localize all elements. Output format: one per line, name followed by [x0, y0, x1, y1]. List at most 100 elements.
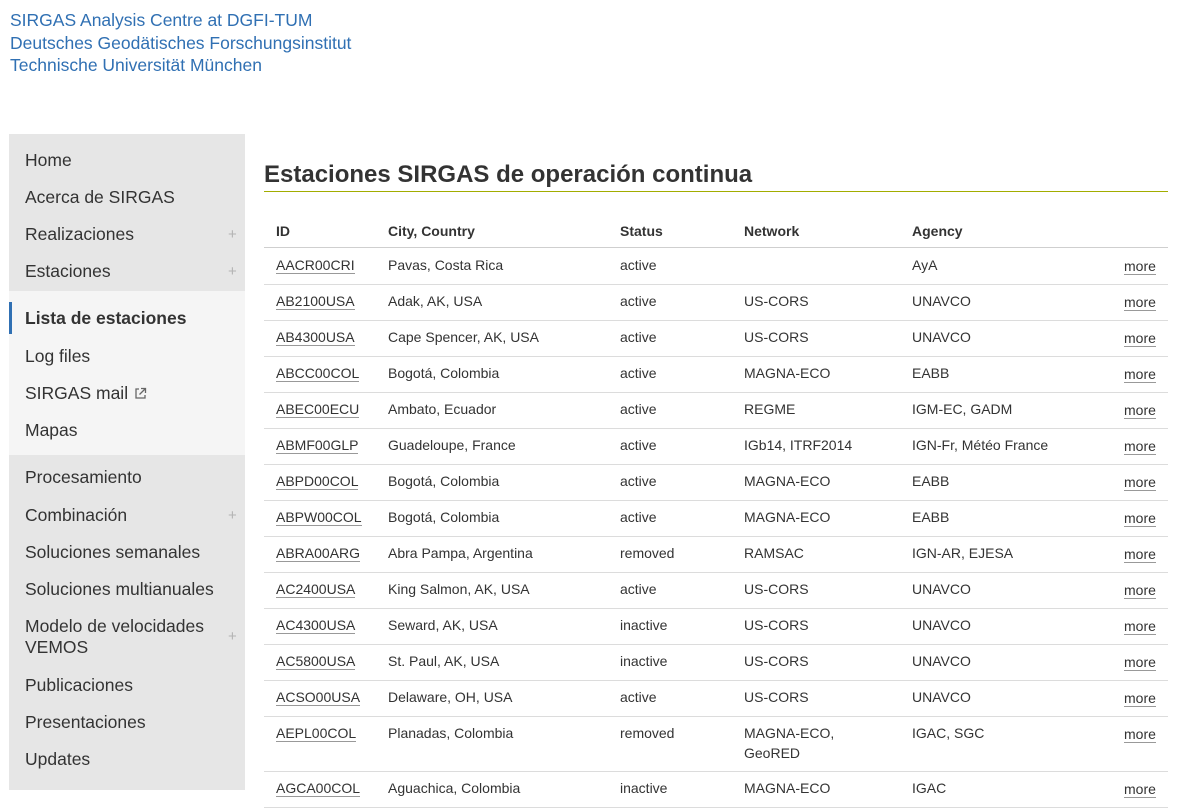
sidebar-item-home[interactable]: Home	[9, 150, 245, 174]
cell-city: Pavas, Costa Rica	[388, 255, 503, 275]
cell-text: MAGNA-ECO	[744, 780, 831, 796]
external-link-icon	[134, 384, 147, 405]
station-id-link[interactable]: AGCA00COL	[276, 780, 361, 797]
sidebar-item-mapas[interactable]: Mapas	[9, 420, 245, 444]
expand-plus-icon[interactable]: +	[228, 224, 237, 245]
expand-plus-icon[interactable]: +	[228, 261, 237, 282]
cell-id: AC5800USA	[276, 651, 356, 671]
cell-city: Bogotá, Colombia	[388, 471, 499, 491]
cell-status: active	[620, 507, 657, 527]
cell-text: EABB	[912, 509, 950, 525]
station-id-link[interactable]: ABCC00COL	[276, 365, 360, 382]
header-line-3[interactable]: Technische Universität München	[10, 54, 351, 77]
more-link[interactable]: more	[1124, 330, 1156, 347]
station-id-link[interactable]: AEPL00COL	[276, 725, 357, 742]
sidebar-item-publicaciones[interactable]: Publicaciones	[9, 675, 245, 699]
cell-more: more	[1124, 544, 1156, 564]
cell-id: AB4300USA	[276, 327, 355, 347]
cell-text: IGAC, SGC	[912, 725, 985, 741]
station-id-link[interactable]: AC4300USA	[276, 617, 356, 634]
sidebar-item-soluciones-semanales[interactable]: Soluciones semanales	[9, 542, 245, 566]
sidebar-item-estaciones[interactable]: Estaciones +	[9, 261, 245, 285]
more-link[interactable]: more	[1124, 438, 1156, 455]
cell-text: inactive	[620, 653, 668, 669]
more-link[interactable]: more	[1124, 546, 1156, 563]
sidebar-item-combinaci-n[interactable]: Combinación +	[9, 505, 245, 529]
station-id-link[interactable]: ABEC00ECU	[276, 401, 360, 418]
sidebar-item-presentaciones[interactable]: Presentaciones	[9, 712, 245, 736]
cell-id: ACSO00USA	[276, 687, 361, 707]
cell-status: removed	[620, 723, 674, 743]
sidebar-item-label: Acerca de SIRGAS	[25, 187, 175, 207]
sidebar-item-label: Estaciones	[25, 261, 111, 281]
more-link[interactable]: more	[1124, 366, 1156, 383]
sidebar-item-procesamiento[interactable]: Procesamiento	[9, 467, 245, 491]
cell-text: Abra Pampa, Argentina	[388, 545, 533, 561]
sidebar-item-updates[interactable]: Updates	[9, 749, 245, 773]
header-line-1[interactable]: SIRGAS Analysis Centre at DGFI-TUM	[10, 9, 351, 32]
more-link[interactable]: more	[1124, 402, 1156, 419]
cell-network: MAGNA-ECO	[744, 507, 830, 527]
cell-text: active	[620, 329, 657, 345]
cell-text: MAGNA-ECO	[744, 509, 831, 525]
more-link[interactable]: more	[1124, 582, 1156, 599]
cell-agency: IGM-EC, GADM	[912, 399, 1012, 419]
cell-more: more	[1124, 328, 1156, 348]
cell-text-line2: GeoRED	[744, 745, 801, 761]
cell-text: removed	[620, 725, 675, 741]
cell-text: St. Paul, AK, USA	[388, 653, 500, 669]
more-link[interactable]: more	[1124, 690, 1156, 707]
header-line-2[interactable]: Deutsches Geodätisches Forschungsinstitu…	[10, 32, 351, 55]
cell-text: REGME	[744, 401, 796, 417]
cell-network: RAMSAC	[744, 543, 804, 563]
cell-text: MAGNA-ECO	[744, 473, 831, 489]
sidebar-item-label: Presentaciones	[25, 712, 146, 732]
station-id-link[interactable]: ABPW00COL	[276, 509, 362, 526]
cell-text: Pavas, Costa Rica	[388, 257, 504, 273]
cell-text: Seward, AK, USA	[388, 617, 498, 633]
expand-plus-icon[interactable]: +	[228, 626, 237, 647]
cell-text: AyA	[912, 257, 938, 273]
cell-city: Abra Pampa, Argentina	[388, 543, 533, 563]
table-row: AB4300USA Cape Spencer, AK, USA active US-C…	[264, 320, 1168, 356]
station-id-link[interactable]: AACR00CRI	[276, 257, 355, 274]
cell-network: US-CORS	[744, 291, 809, 311]
table-row: ABMF00GLP Guadeloupe, France active IGb14, …	[264, 428, 1168, 464]
sidebar-item-realizaciones[interactable]: Realizaciones +	[9, 224, 245, 248]
more-link[interactable]: more	[1124, 258, 1156, 275]
sidebar-item-lista-de-estaciones[interactable]: Lista de estaciones	[9, 302, 245, 334]
more-link[interactable]: more	[1124, 474, 1156, 491]
sidebar-item-modelo-de-velocidades[interactable]: Modelo de velocidades VEMOS +	[9, 616, 245, 660]
cell-text: active	[620, 509, 657, 525]
station-id-link[interactable]: ABRA00ARG	[276, 545, 361, 562]
station-id-link[interactable]: ACSO00USA	[276, 689, 361, 706]
station-id-link[interactable]: ABMF00GLP	[276, 437, 359, 454]
cell-more: more	[1124, 256, 1156, 276]
sidebar-item-sirgas-mail[interactable]: SIRGAS mail	[9, 383, 245, 407]
sidebar-nav: Home Acerca de SIRGAS Realizaciones + Estaci…	[9, 134, 245, 790]
sidebar-item-soluciones-multianuales[interactable]: Soluciones multianuales	[9, 579, 245, 603]
expand-plus-icon[interactable]: +	[228, 505, 237, 526]
station-id-link[interactable]: AC2400USA	[276, 581, 356, 598]
more-link[interactable]: more	[1124, 726, 1156, 743]
cell-text: active	[620, 257, 657, 273]
station-id-link[interactable]: AB4300USA	[276, 329, 355, 346]
more-link[interactable]: more	[1124, 510, 1156, 527]
cell-status: active	[620, 399, 657, 419]
more-link[interactable]: more	[1124, 781, 1156, 798]
cell-agency: UNAVCO	[912, 579, 971, 599]
cell-network: US-CORS	[744, 615, 809, 635]
more-link[interactable]: more	[1124, 618, 1156, 635]
station-id-link[interactable]: AB2100USA	[276, 293, 355, 310]
station-id-link[interactable]: AC5800USA	[276, 653, 356, 670]
cell-text: US-CORS	[744, 689, 809, 705]
cell-more: more	[1124, 580, 1156, 600]
sidebar-item-log-files[interactable]: Log files	[9, 346, 245, 370]
cell-id: ABRA00ARG	[276, 543, 361, 563]
more-link[interactable]: more	[1124, 654, 1156, 671]
cell-network: US-CORS	[744, 579, 809, 599]
sidebar-item-acerca-de-sirgas[interactable]: Acerca de SIRGAS	[9, 187, 245, 211]
column-header-city-country: City, Country	[388, 223, 475, 239]
more-link[interactable]: more	[1124, 294, 1156, 311]
station-id-link[interactable]: ABPD00COL	[276, 473, 359, 490]
